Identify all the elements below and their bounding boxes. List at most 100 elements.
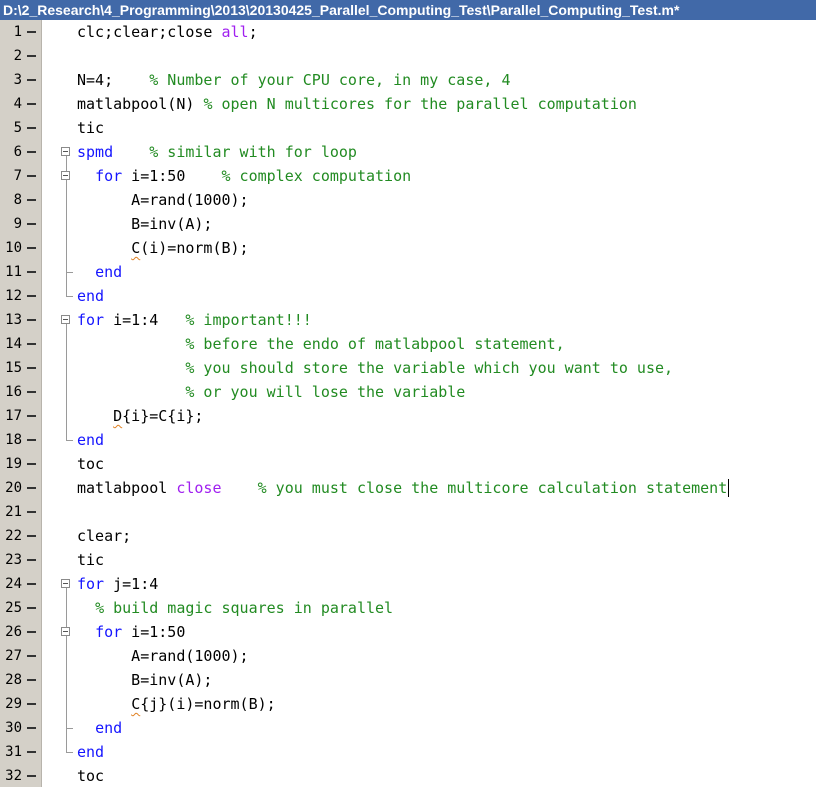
breakpoint-marker[interactable] — [27, 127, 36, 129]
breakpoint-marker[interactable] — [27, 631, 36, 633]
code-line[interactable]: 15 % you should store the variable which… — [0, 356, 816, 380]
code-fold-toggle[interactable] — [61, 579, 70, 588]
string-token: all — [221, 23, 249, 41]
code-line[interactable]: 10 C(i)=norm(B); — [0, 236, 816, 260]
code-token: ; — [248, 23, 258, 41]
breakpoint-marker[interactable] — [27, 655, 36, 657]
code-line[interactable]: 11 end — [0, 260, 816, 284]
breakpoint-marker[interactable] — [27, 463, 36, 465]
line-number: 25 — [5, 600, 22, 616]
code-line[interactable]: 23 tic — [0, 548, 816, 572]
code-fold-toggle[interactable] — [61, 315, 70, 324]
code-token: A=rand(1000); — [77, 647, 249, 665]
breakpoint-marker[interactable] — [27, 55, 36, 57]
breakpoint-marker[interactable] — [27, 607, 36, 609]
code-line[interactable]: 2 — [0, 44, 816, 68]
code-text: end — [77, 428, 104, 452]
comment-token: % build magic squares in parallel — [95, 599, 394, 617]
code-editor[interactable]: 1 clc;clear;close all; 2 3 N=4; % Number of … — [0, 20, 816, 787]
code-line[interactable]: 8 A=rand(1000); — [0, 188, 816, 212]
breakpoint-marker[interactable] — [27, 247, 36, 249]
code-line[interactable]: 1 clc;clear;close all; — [0, 20, 816, 44]
code-line[interactable]: 4 matlabpool(N) % open N multicores for t… — [0, 92, 816, 116]
code-line[interactable]: 24 for j=1:4 — [0, 572, 816, 596]
code-line[interactable]: 6 spmd % similar with for loop — [0, 140, 816, 164]
code-text: A=rand(1000); — [77, 644, 249, 668]
comment-token: % similar with for loop — [149, 143, 357, 161]
code-line[interactable]: 14 % before the endo of matlabpool state… — [0, 332, 816, 356]
code-token: tic — [77, 119, 105, 137]
breakpoint-marker[interactable] — [27, 703, 36, 705]
code-line[interactable]: 17 D{i}=C{i}; — [0, 404, 816, 428]
breakpoint-marker[interactable] — [27, 391, 36, 393]
code-line[interactable]: 25 % build magic squares in parallel — [0, 596, 816, 620]
breakpoint-marker[interactable] — [27, 535, 36, 537]
code-line[interactable]: 21 — [0, 500, 816, 524]
code-line[interactable]: 28 B=inv(A); — [0, 668, 816, 692]
code-line[interactable]: 13 for i=1:4 % important!!! — [0, 308, 816, 332]
code-text: for i=1:4 % important!!! — [77, 308, 312, 332]
breakpoint-marker[interactable] — [27, 415, 36, 417]
code-line[interactable]: 30 end — [0, 716, 816, 740]
comment-token: % Number of your CPU core, in my case, 4 — [149, 71, 511, 89]
code-line[interactable]: 20 matlabpool close % you must close the … — [0, 476, 816, 500]
breakpoint-marker[interactable] — [27, 583, 36, 585]
line-number: 8 — [13, 192, 22, 208]
code-line[interactable]: 31 end — [0, 740, 816, 764]
breakpoint-marker[interactable] — [27, 367, 36, 369]
code-line[interactable]: 32 toc — [0, 764, 816, 788]
keyword-token: spmd — [77, 143, 114, 161]
code-fold-toggle[interactable] — [61, 147, 70, 156]
code-token: {j}(i)=norm(B); — [140, 695, 276, 713]
code-line[interactable]: 22 clear; — [0, 524, 816, 548]
code-line[interactable]: 7 for i=1:50 % complex computation — [0, 164, 816, 188]
breakpoint-marker[interactable] — [27, 319, 36, 321]
breakpoint-marker[interactable] — [27, 79, 36, 81]
code-token: {i}=C{i}; — [122, 407, 204, 425]
comment-token: % you should store the variable which yo… — [185, 359, 674, 377]
breakpoint-marker[interactable] — [27, 439, 36, 441]
breakpoint-marker[interactable] — [27, 271, 36, 273]
code-line[interactable]: 9 B=inv(A); — [0, 212, 816, 236]
breakpoint-marker[interactable] — [27, 175, 36, 177]
breakpoint-marker[interactable] — [27, 559, 36, 561]
breakpoint-marker[interactable] — [27, 103, 36, 105]
breakpoint-marker[interactable] — [27, 487, 36, 489]
code-fold-toggle[interactable] — [61, 627, 70, 636]
breakpoint-marker[interactable] — [27, 727, 36, 729]
code-token: i=1:50 — [122, 167, 222, 185]
breakpoint-marker[interactable] — [27, 151, 36, 153]
breakpoint-marker[interactable] — [27, 199, 36, 201]
code-line[interactable]: 16 % or you will lose the variable — [0, 380, 816, 404]
breakpoint-marker[interactable] — [27, 511, 36, 513]
code-line[interactable]: 19 toc — [0, 452, 816, 476]
breakpoint-marker[interactable] — [27, 679, 36, 681]
code-line[interactable]: 18 end — [0, 428, 816, 452]
line-number: 21 — [5, 504, 22, 520]
keyword-token: end — [77, 287, 105, 305]
code-line[interactable]: 27 A=rand(1000); — [0, 644, 816, 668]
line-number: 10 — [5, 240, 22, 256]
code-fold-toggle[interactable] — [61, 171, 70, 180]
code-line[interactable]: 26 for i=1:50 — [0, 620, 816, 644]
code-token: tic — [77, 551, 105, 569]
breakpoint-marker[interactable] — [27, 295, 36, 297]
code-line[interactable]: 12 end — [0, 284, 816, 308]
breakpoint-marker[interactable] — [27, 775, 36, 777]
breakpoint-marker[interactable] — [27, 31, 36, 33]
line-number: 12 — [5, 288, 22, 304]
breakpoint-marker[interactable] — [27, 223, 36, 225]
breakpoint-marker[interactable] — [27, 751, 36, 753]
line-number: 13 — [5, 312, 22, 328]
code-line[interactable]: 5 tic — [0, 116, 816, 140]
breakpoint-marker[interactable] — [27, 343, 36, 345]
code-text: A=rand(1000); — [77, 188, 248, 212]
code-text: for i=1:50 % complex computation — [77, 164, 411, 188]
code-line[interactable]: 29 C{j}(i)=norm(B); — [0, 692, 816, 716]
code-line[interactable]: 3 N=4; % Number of your CPU core, in my c… — [0, 68, 816, 92]
